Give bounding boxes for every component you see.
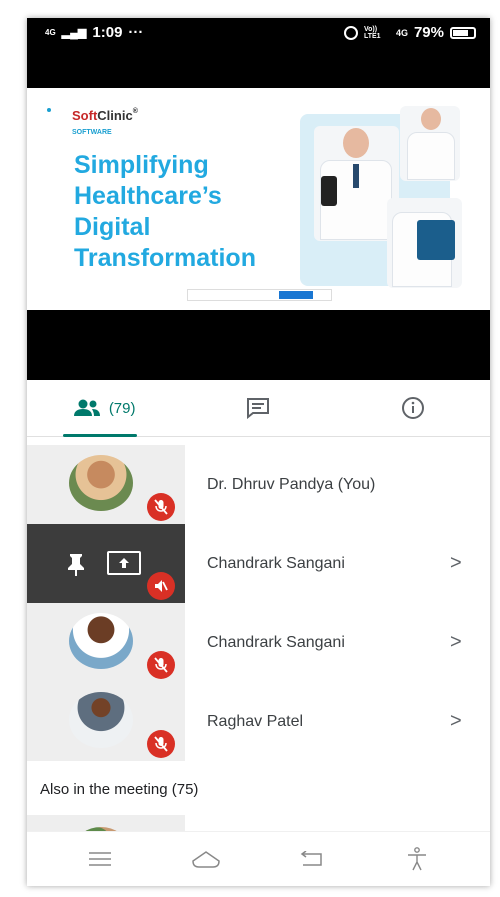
chevron-right-icon[interactable]: > bbox=[450, 710, 490, 733]
mic-off-icon bbox=[147, 730, 175, 758]
participant-list: Dr. Dhruv Pandya (You) Chandrark Sangani… bbox=[27, 445, 490, 845]
signal-indicator: 4G bbox=[45, 28, 56, 37]
status-bar: 4G ▂▄▆ 1:09 ··· Vo)) LTE1 4G 79% bbox=[27, 18, 490, 88]
participant-tile bbox=[27, 603, 185, 682]
people-count: (79) bbox=[108, 399, 136, 417]
chevron-right-icon[interactable]: > bbox=[450, 552, 490, 575]
chevron-right-icon[interactable]: > bbox=[450, 631, 490, 654]
people-icon bbox=[73, 399, 100, 416]
participant-name: Chandrark Sangani bbox=[207, 633, 345, 651]
info-icon bbox=[401, 397, 424, 419]
mic-off-icon bbox=[147, 651, 175, 679]
slide-search-bar bbox=[187, 289, 332, 301]
nav-menu-button[interactable] bbox=[80, 844, 120, 874]
slide-search-button bbox=[279, 291, 313, 299]
presenting-icon bbox=[107, 551, 141, 575]
participant-tile bbox=[27, 682, 185, 761]
menu-icon bbox=[88, 852, 111, 866]
battery-percent: 79% bbox=[413, 24, 444, 41]
avatar bbox=[69, 692, 133, 748]
mic-off-icon bbox=[147, 493, 175, 521]
participant-row[interactable]: Dr. Dhruv Pandya (You) bbox=[27, 445, 490, 524]
participant-tile bbox=[27, 524, 185, 603]
home-icon bbox=[191, 851, 220, 868]
network-indicator: 4G bbox=[395, 27, 408, 38]
presentation-video[interactable]: SoftClinic® SOFTWARE Simplifying Healthc… bbox=[27, 88, 490, 310]
brand-subtitle: SOFTWARE bbox=[72, 129, 112, 136]
avatar bbox=[69, 455, 133, 511]
back-icon bbox=[301, 851, 323, 866]
brand-logo: SoftClinic® bbox=[72, 108, 138, 123]
meeting-screen: 4G ▂▄▆ 1:09 ··· Vo)) LTE1 4G 79% SoftCli… bbox=[27, 18, 490, 886]
battery-icon bbox=[450, 26, 476, 39]
system-nav-bar bbox=[27, 831, 490, 886]
panel-tabs: (79) bbox=[27, 380, 490, 437]
tab-info[interactable] bbox=[336, 380, 490, 436]
participant-name: Dr. Dhruv Pandya (You) bbox=[207, 475, 376, 493]
mic-off-icon bbox=[147, 572, 175, 600]
participant-name: Raghav Patel bbox=[207, 712, 304, 730]
avatar bbox=[69, 613, 133, 669]
logo-dot bbox=[47, 108, 51, 112]
also-in-meeting-heading: Also in the meeting (75) bbox=[40, 781, 199, 798]
participant-row[interactable]: Chandrark Sangani > bbox=[27, 603, 490, 682]
presentation-headline: Simplifying Healthcare’s Digital Transfo… bbox=[74, 151, 256, 272]
participant-row[interactable]: Raghav Patel > bbox=[27, 682, 490, 761]
participant-name: Chandrark Sangani bbox=[207, 554, 345, 572]
volte-indicator: Vo)) LTE1 bbox=[363, 25, 381, 40]
nav-accessibility-button[interactable] bbox=[397, 844, 437, 874]
nav-home-button[interactable] bbox=[186, 844, 226, 874]
participant-tile bbox=[27, 445, 185, 524]
video-letterbox bbox=[27, 310, 490, 380]
chat-icon bbox=[247, 398, 270, 419]
tab-chat[interactable] bbox=[181, 380, 335, 436]
signal-icon: ▂▄▆ bbox=[61, 27, 87, 39]
accessibility-icon bbox=[408, 847, 427, 871]
overflow-notifications: ··· bbox=[128, 24, 144, 41]
participant-row[interactable]: Chandrark Sangani > bbox=[27, 524, 490, 603]
nav-back-button[interactable] bbox=[291, 844, 331, 874]
alarm-icon bbox=[343, 25, 358, 40]
clock: 1:09 bbox=[92, 24, 123, 41]
tab-people[interactable]: (79) bbox=[27, 380, 181, 436]
pin-icon[interactable] bbox=[65, 552, 87, 576]
active-tab-indicator bbox=[63, 434, 137, 437]
